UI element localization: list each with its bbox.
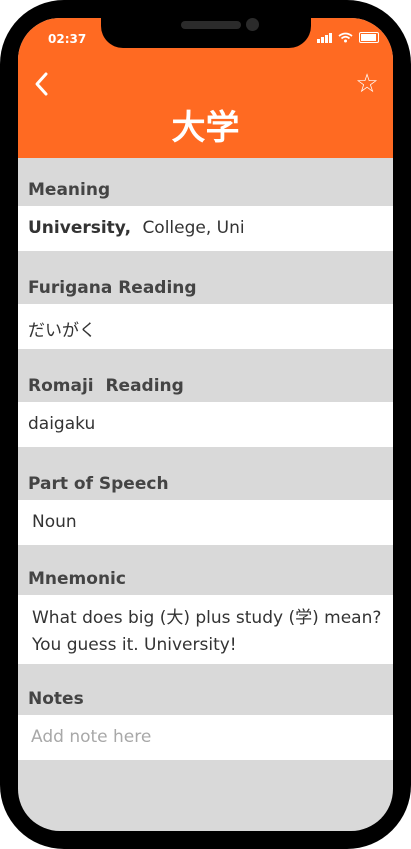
furigana-label: Furigana Reading — [28, 278, 197, 298]
signal-icon — [317, 32, 332, 43]
wifi-icon — [338, 32, 353, 42]
mnemonic-text: What does big (大) plus study (学) mean? Y… — [32, 608, 382, 655]
part-of-speech-row: Noun — [18, 500, 393, 545]
notes-input[interactable]: Add note here — [18, 715, 393, 760]
meaning-row: University, College, Uni — [18, 206, 393, 251]
chevron-left-icon — [35, 72, 48, 96]
status-time: 02:37 — [48, 32, 87, 46]
mnemonic-row: What does big (大) plus study (学) mean? Y… — [18, 595, 393, 664]
furigana-row: だいがく — [18, 304, 393, 349]
romaji-value: daigaku — [28, 414, 96, 434]
meaning-value: University, College, Uni — [28, 218, 245, 238]
part-of-speech-value: Noun — [32, 512, 77, 532]
romaji-row: daigaku — [18, 402, 393, 447]
page-title: 大学 — [171, 108, 240, 148]
star-outline-icon: ☆ — [355, 69, 379, 99]
battery-icon — [359, 31, 379, 43]
mnemonic-label: Mnemonic — [28, 569, 126, 589]
meaning-secondary: College, Uni — [142, 218, 245, 238]
device-notch — [101, 18, 311, 48]
meaning-primary: University, — [28, 218, 132, 238]
app-screen: 02:37 ☆ 大学 Meaning University, College, … — [18, 18, 393, 831]
phone-frame: 02:37 ☆ 大学 Meaning University, College, … — [0, 0, 411, 849]
notes-placeholder: Add note here — [31, 727, 152, 747]
furigana-value: だいがく — [28, 321, 96, 341]
romaji-label: Romaji Reading — [28, 376, 184, 396]
notes-label: Notes — [28, 689, 84, 709]
back-button[interactable] — [30, 70, 54, 98]
favorite-button[interactable]: ☆ — [353, 70, 381, 98]
part-of-speech-label: Part of Speech — [28, 474, 169, 494]
speaker — [181, 21, 241, 29]
meaning-label: Meaning — [28, 180, 111, 200]
status-icons — [317, 30, 379, 44]
camera — [246, 18, 259, 31]
